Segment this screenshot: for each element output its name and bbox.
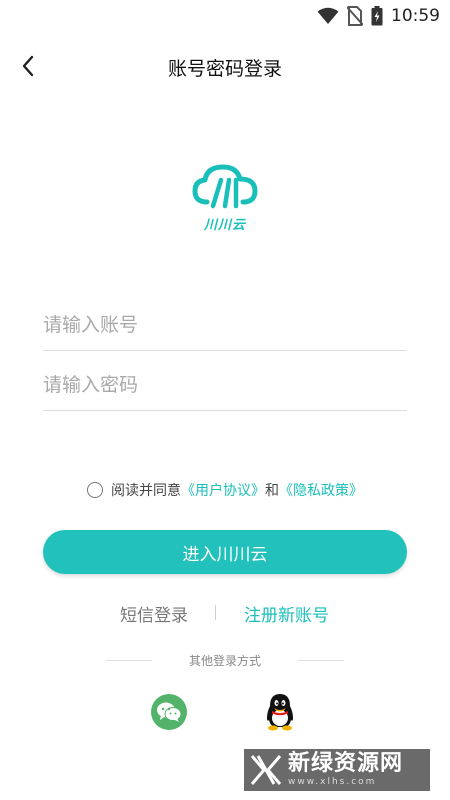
other-login-line-right [298, 660, 344, 661]
qq-icon [267, 694, 293, 731]
wechat-icon [157, 702, 182, 722]
page-title: 账号密码登录 [167, 58, 282, 80]
account-input[interactable] [43, 301, 407, 349]
watermark-sub: www.xlhs.com [288, 777, 377, 787]
agreement-and: 和 [265, 483, 279, 499]
login-button[interactable]: 进入川川云 [43, 530, 407, 574]
sms-login-link[interactable]: 短信登录 [120, 601, 188, 626]
watermark-text: 新绿资源网 www.xlhs.com [288, 752, 430, 788]
alt-login-row: 短信登录 注册新账号 [0, 601, 450, 626]
cloud-logo-icon [192, 164, 258, 209]
password-input[interactable] [43, 361, 407, 409]
user-agreement-link[interactable]: 《用户协议》 [181, 480, 265, 500]
other-login-label: 其他登录方式 [188, 654, 261, 668]
logo-text: 川川云 [203, 218, 246, 233]
privacy-policy-link[interactable]: 《隐私政策》 [279, 480, 363, 500]
agreement-row: 阅读并同意 《用户协议》 和 《隐私政策》 [0, 480, 450, 500]
watermark: 新绿资源网 www.xlhs.com [244, 749, 430, 791]
watermark-logo-icon [244, 749, 288, 791]
wechat-login-button[interactable] [151, 694, 187, 730]
other-login-section: 其他登录方式 [0, 652, 450, 670]
qq-login-button[interactable] [262, 692, 298, 732]
password-field [43, 361, 407, 411]
divider [215, 605, 216, 620]
agreement-prefix: 阅读并同意 [111, 483, 181, 499]
app-logo: 川川云 [191, 162, 259, 234]
register-link[interactable]: 注册新账号 [244, 601, 329, 626]
wifi-icon [317, 7, 339, 24]
status-icons: 10:59 [317, 6, 440, 26]
status-bar: 10:59 [0, 0, 450, 32]
status-time: 10:59 [391, 6, 440, 26]
watermark-main: 新绿资源网 [288, 751, 404, 776]
nav-bar: 账号密码登录 [0, 44, 450, 88]
no-sim-icon [347, 6, 363, 26]
agree-radio[interactable] [87, 482, 103, 498]
battery-icon [371, 6, 383, 26]
account-field [43, 301, 407, 351]
